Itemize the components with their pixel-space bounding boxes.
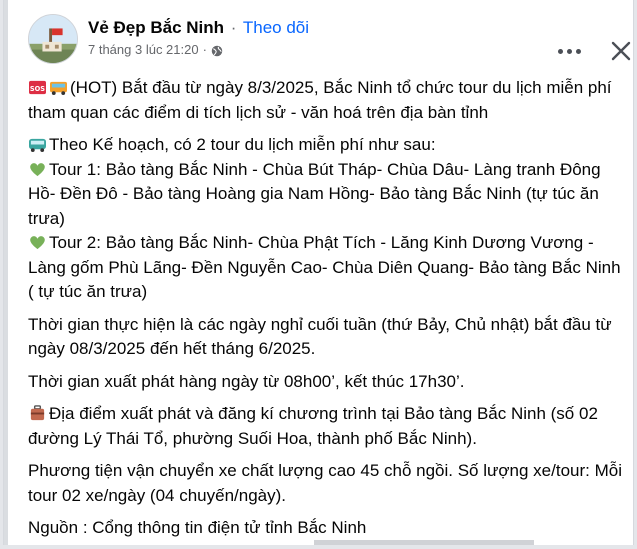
post-card: Vẻ Đẹp Bắc Ninh · Theo dõi 7 tháng 3 lúc… (3, 0, 634, 545)
post-paragraph-source: Nguồn : Cổng thông tin điện tử tỉnh Bắc … (28, 518, 367, 537)
post-text-tour1: Tour 1: Bảo tàng Bắc Ninh - Chùa Bút Thá… (28, 159, 601, 228)
close-button[interactable] (608, 38, 633, 64)
post-text-tour2: Tour 2: Bảo tàng Bắc Ninh- Chùa Phật Tíc… (28, 233, 621, 301)
more-options-button[interactable] (554, 36, 584, 66)
svg-text:SOS: SOS (30, 85, 45, 93)
luggage-emoji (28, 405, 47, 422)
post-timestamp[interactable]: 7 tháng 3 lúc 21:20 (88, 41, 199, 59)
green-heart-emoji (28, 234, 47, 251)
green-heart-emoji (28, 161, 47, 178)
avatar-image (29, 15, 77, 63)
post-paragraph-schedule: Thời gian thực hiện là các ngày nghỉ cuố… (28, 314, 612, 359)
name-line: Vẻ Đẹp Bắc Ninh · Theo dõi (88, 17, 309, 39)
post-text-plan: Theo Kế hoạch, có 2 tour du lịch miễn ph… (49, 135, 436, 154)
post-text-location: Địa điểm xuất phát và đăng kí chương trì… (28, 404, 598, 448)
media-preview-edge (314, 540, 534, 545)
page-avatar[interactable] (28, 14, 78, 64)
close-icon (611, 41, 631, 61)
page-name-link[interactable]: Vẻ Đẹp Bắc Ninh (88, 18, 224, 37)
post-text-hot: (HOT) Bắt đầu từ ngày 8/3/2025, Bắc Ninh… (28, 78, 612, 122)
post-header: Vẻ Đẹp Bắc Ninh · Theo dõi 7 tháng 3 lúc… (28, 14, 633, 64)
more-options-icon (557, 48, 563, 54)
minibus-emoji (28, 136, 47, 153)
post-paragraph-plan: Theo Kế hoạch, có 2 tour du lịch miễn ph… (28, 133, 626, 158)
sos-emoji: SOS (28, 79, 47, 96)
post-paragraph-hot: SOS (HOT) Bắt đầu từ ngày 8/3/2025, Bắc … (28, 76, 626, 125)
follow-button[interactable]: Theo dõi (243, 18, 309, 37)
name-separator: · (230, 18, 237, 37)
post-paragraph-transport: Phương tiện vận chuyển xe chất lượng cao… (28, 461, 622, 505)
post-paragraph-tour1: Tour 1: Bảo tàng Bắc Ninh - Chùa Bút Thá… (28, 158, 626, 232)
post-body: SOS (HOT) Bắt đầu từ ngày 8/3/2025, Bắc … (28, 76, 626, 545)
post-paragraph-departure-time: Thời gian xuất phát hàng ngày từ 08h00’,… (28, 371, 465, 391)
globe-icon (211, 44, 223, 57)
post-meta: 7 tháng 3 lúc 21:20 · (88, 41, 223, 59)
bus-emoji (49, 79, 68, 96)
post-paragraph-location: Địa điểm xuất phát và đăng kí chương trì… (28, 402, 626, 451)
post-paragraph-tour2: Tour 2: Bảo tàng Bắc Ninh- Chùa Phật Tíc… (28, 231, 626, 305)
meta-separator: · (202, 42, 207, 57)
